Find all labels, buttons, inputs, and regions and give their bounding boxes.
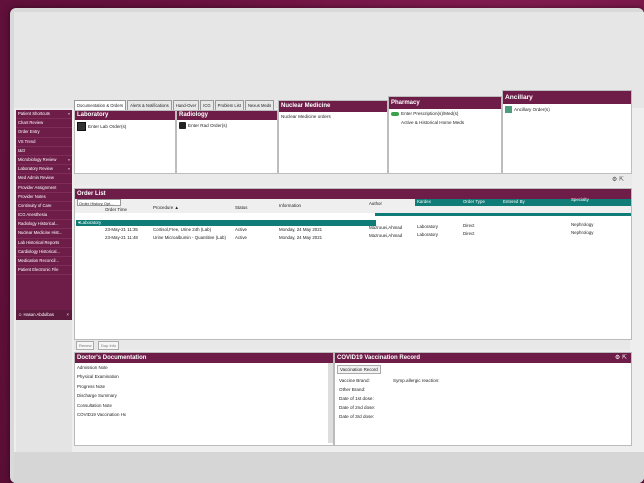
- table-row[interactable]: 23-May-21 11:48 Urine Microalbumin - Qua…: [75, 230, 631, 241]
- sidebar-item-provider-notes[interactable]: Provider Notes: [16, 193, 72, 202]
- col-procedure[interactable]: Procedure ▲: [153, 205, 179, 210]
- sidebar: Patient Shortcuts» Chart Review Order En…: [16, 110, 72, 310]
- enter-rad-order-link[interactable]: Enter Rad Order(s): [177, 120, 277, 131]
- enter-prescription-link[interactable]: Enter Prescription(s)/Med(s): [389, 109, 501, 118]
- nuclear-medicine-orders-link[interactable]: Nuclear Medicine orders: [279, 112, 387, 121]
- order-list-header: Order History Opt... Order Time Procedur…: [75, 197, 631, 213]
- app-screen: Patient Shortcuts» Chart Review Order En…: [14, 12, 644, 483]
- order-list: Order List Order History Opt... Order Ti…: [74, 188, 632, 340]
- tab-icg[interactable]: ICG: [200, 100, 214, 110]
- col-status[interactable]: Status: [235, 205, 247, 210]
- close-icon[interactable]: ×: [67, 310, 69, 320]
- chevron-icon: »: [67, 166, 70, 172]
- ancillary-panel: Ancillary Ancillary Order(s): [502, 90, 632, 174]
- nuclear-medicine-panel: Nuclear Medicine Nuclear Medicine orders: [278, 100, 388, 174]
- pill-icon: [391, 111, 399, 116]
- sidebar-item-med-admin[interactable]: Med Admin Review: [16, 174, 72, 184]
- nuclear-medicine-title: Nuclear Medicine: [279, 101, 387, 112]
- tab-problem-list[interactable]: Problem List: [214, 100, 244, 110]
- sidebar-item-cardiology-hist[interactable]: Cardiology Historical...: [16, 248, 72, 257]
- covid-vaccination-title: COVID19 Vaccination Record ⚙ ⇱: [335, 353, 631, 363]
- other-brand-row: Other Brand:: [339, 387, 366, 392]
- patient-name: Hasan Abdulbas: [23, 312, 54, 317]
- pharmacy-title: Pharmacy: [389, 97, 501, 109]
- scrollbar[interactable]: [328, 363, 333, 443]
- doc-item-covid-vaccination[interactable]: COVID19 Vaccination Hx: [75, 410, 333, 419]
- ancillary-order-link[interactable]: Ancillary Order(s): [503, 104, 631, 115]
- settings-icon[interactable]: ⚙ ⇱: [612, 176, 624, 183]
- renew-button[interactable]: Renew: [76, 341, 95, 350]
- sidebar-item-nuclear-hist[interactable]: Nuclear Medicine Hist...: [16, 229, 72, 239]
- sidebar-item-io[interactable]: I&O: [16, 147, 72, 156]
- tab-vaccination-record[interactable]: Vaccination Record: [337, 365, 381, 374]
- order-actions: Renew Dup Info: [74, 340, 630, 350]
- main-tabs: Documentation & Orders Alerts & Notifica…: [74, 100, 275, 110]
- col-entered-by[interactable]: Entered By: [503, 199, 525, 204]
- col-order-time[interactable]: Order Time: [105, 207, 127, 212]
- settings-icon[interactable]: ⚙ ⇱: [615, 353, 627, 363]
- ancillary-title: Ancillary: [503, 91, 631, 104]
- radiology-title: Radiology: [177, 111, 277, 120]
- sidebar-item-provider-assignment[interactable]: Provider Assignment: [16, 184, 72, 193]
- dose3-row: Date of 3rd dose:: [339, 414, 375, 419]
- dose2-row: Date of 2nd dose:: [339, 405, 376, 410]
- patient-tab[interactable]: ☺ Hasan Abdulbas ×: [16, 310, 72, 320]
- vaccine-brand-row: Vaccine Brand: Symp.allergic reaction:: [339, 378, 440, 383]
- sidebar-item-patient-shortcuts[interactable]: Patient Shortcuts»: [16, 110, 72, 120]
- sidebar-item-patient-file[interactable]: Patient Electronic File: [16, 266, 72, 276]
- sidebar-item-microbiology[interactable]: Microbiology Review»: [16, 156, 72, 166]
- doc-item-consultation-note[interactable]: Consultation Note: [75, 401, 333, 410]
- bottom-bezel: [14, 452, 644, 483]
- chevron-icon: »: [67, 156, 70, 162]
- laboratory-panel: Laboratory Enter Lab Order(s): [74, 110, 176, 174]
- header-underline: [375, 213, 631, 216]
- tab-nexus-meds[interactable]: Nexus Meds: [244, 100, 275, 110]
- tab-alerts[interactable]: Alerts & Notifications: [127, 100, 172, 110]
- doctors-documentation-panel: Doctor's Documentation Admission Note Ph…: [74, 352, 334, 446]
- lab-icon: [77, 122, 86, 131]
- col-specialty[interactable]: Specialty: [571, 197, 589, 202]
- col-author[interactable]: Author: [369, 201, 382, 206]
- dose1-row: Date of 1st dose:: [339, 396, 374, 401]
- col-kardex[interactable]: Kardex: [417, 199, 431, 204]
- covid-vaccination-panel: COVID19 Vaccination Record ⚙ ⇱ Vaccinatio…: [334, 352, 632, 446]
- enter-lab-order-link[interactable]: Enter Lab Order(s): [75, 120, 175, 133]
- dup-info-button[interactable]: Dup Info: [98, 341, 120, 350]
- laboratory-title: Laboratory: [75, 111, 175, 120]
- sidebar-item-lab-hist[interactable]: Lab Historical Reports: [16, 239, 72, 248]
- col-order-type[interactable]: Order Type: [463, 199, 485, 204]
- doc-item-discharge-summary[interactable]: Discharge Summary: [75, 391, 333, 400]
- doc-item-admission-note[interactable]: Admission Note: [75, 363, 333, 372]
- sidebar-item-med-reconcil[interactable]: Medication Reconcil...: [16, 257, 72, 267]
- radiology-icon: [179, 122, 186, 129]
- chevron-icon: »: [67, 111, 70, 116]
- sidebar-item-radiology-hist[interactable]: Radiology Historical...: [16, 220, 72, 230]
- doc-item-progress-note[interactable]: Progress Note: [75, 382, 333, 391]
- sidebar-item-chart-review[interactable]: Chart Review: [16, 119, 72, 129]
- sidebar-item-laboratory-review[interactable]: Laboratory Review»: [16, 165, 72, 175]
- doc-item-physical-exam[interactable]: Physical Examination: [75, 372, 333, 381]
- sidebar-item-vs-trend[interactable]: VS Trend: [16, 138, 72, 147]
- order-list-title: Order List: [75, 189, 631, 199]
- home-meds-link[interactable]: Active & Historical Home Meds: [389, 118, 501, 127]
- panel-toolbar: ⚙ ⇱: [74, 174, 632, 186]
- col-information[interactable]: Information: [279, 203, 301, 208]
- doctors-documentation-title: Doctor's Documentation: [75, 353, 333, 363]
- order-history-select[interactable]: Order History Opt...: [77, 199, 121, 206]
- tab-handover[interactable]: Hand-Over: [172, 100, 200, 110]
- tab-documentation-orders[interactable]: Documentation & Orders: [74, 100, 127, 110]
- pharmacy-panel: Pharmacy Enter Prescription(s)/Med(s) Ac…: [388, 96, 502, 174]
- ancillary-icon: [505, 106, 512, 113]
- sidebar-item-order-entry[interactable]: Order Entry: [16, 128, 72, 138]
- table-row[interactable]: 23-May-21 11:35 Cortisol,Free, Urine 24h…: [75, 222, 631, 233]
- radiology-panel: Radiology Enter Rad Order(s): [176, 110, 278, 174]
- sidebar-item-continuity[interactable]: Continuity of Care: [16, 202, 72, 212]
- sidebar-item-icg-anesthesia[interactable]: ICG Anesthesia: [16, 211, 72, 221]
- monitor-frame: Patient Shortcuts» Chart Review Order En…: [10, 8, 644, 483]
